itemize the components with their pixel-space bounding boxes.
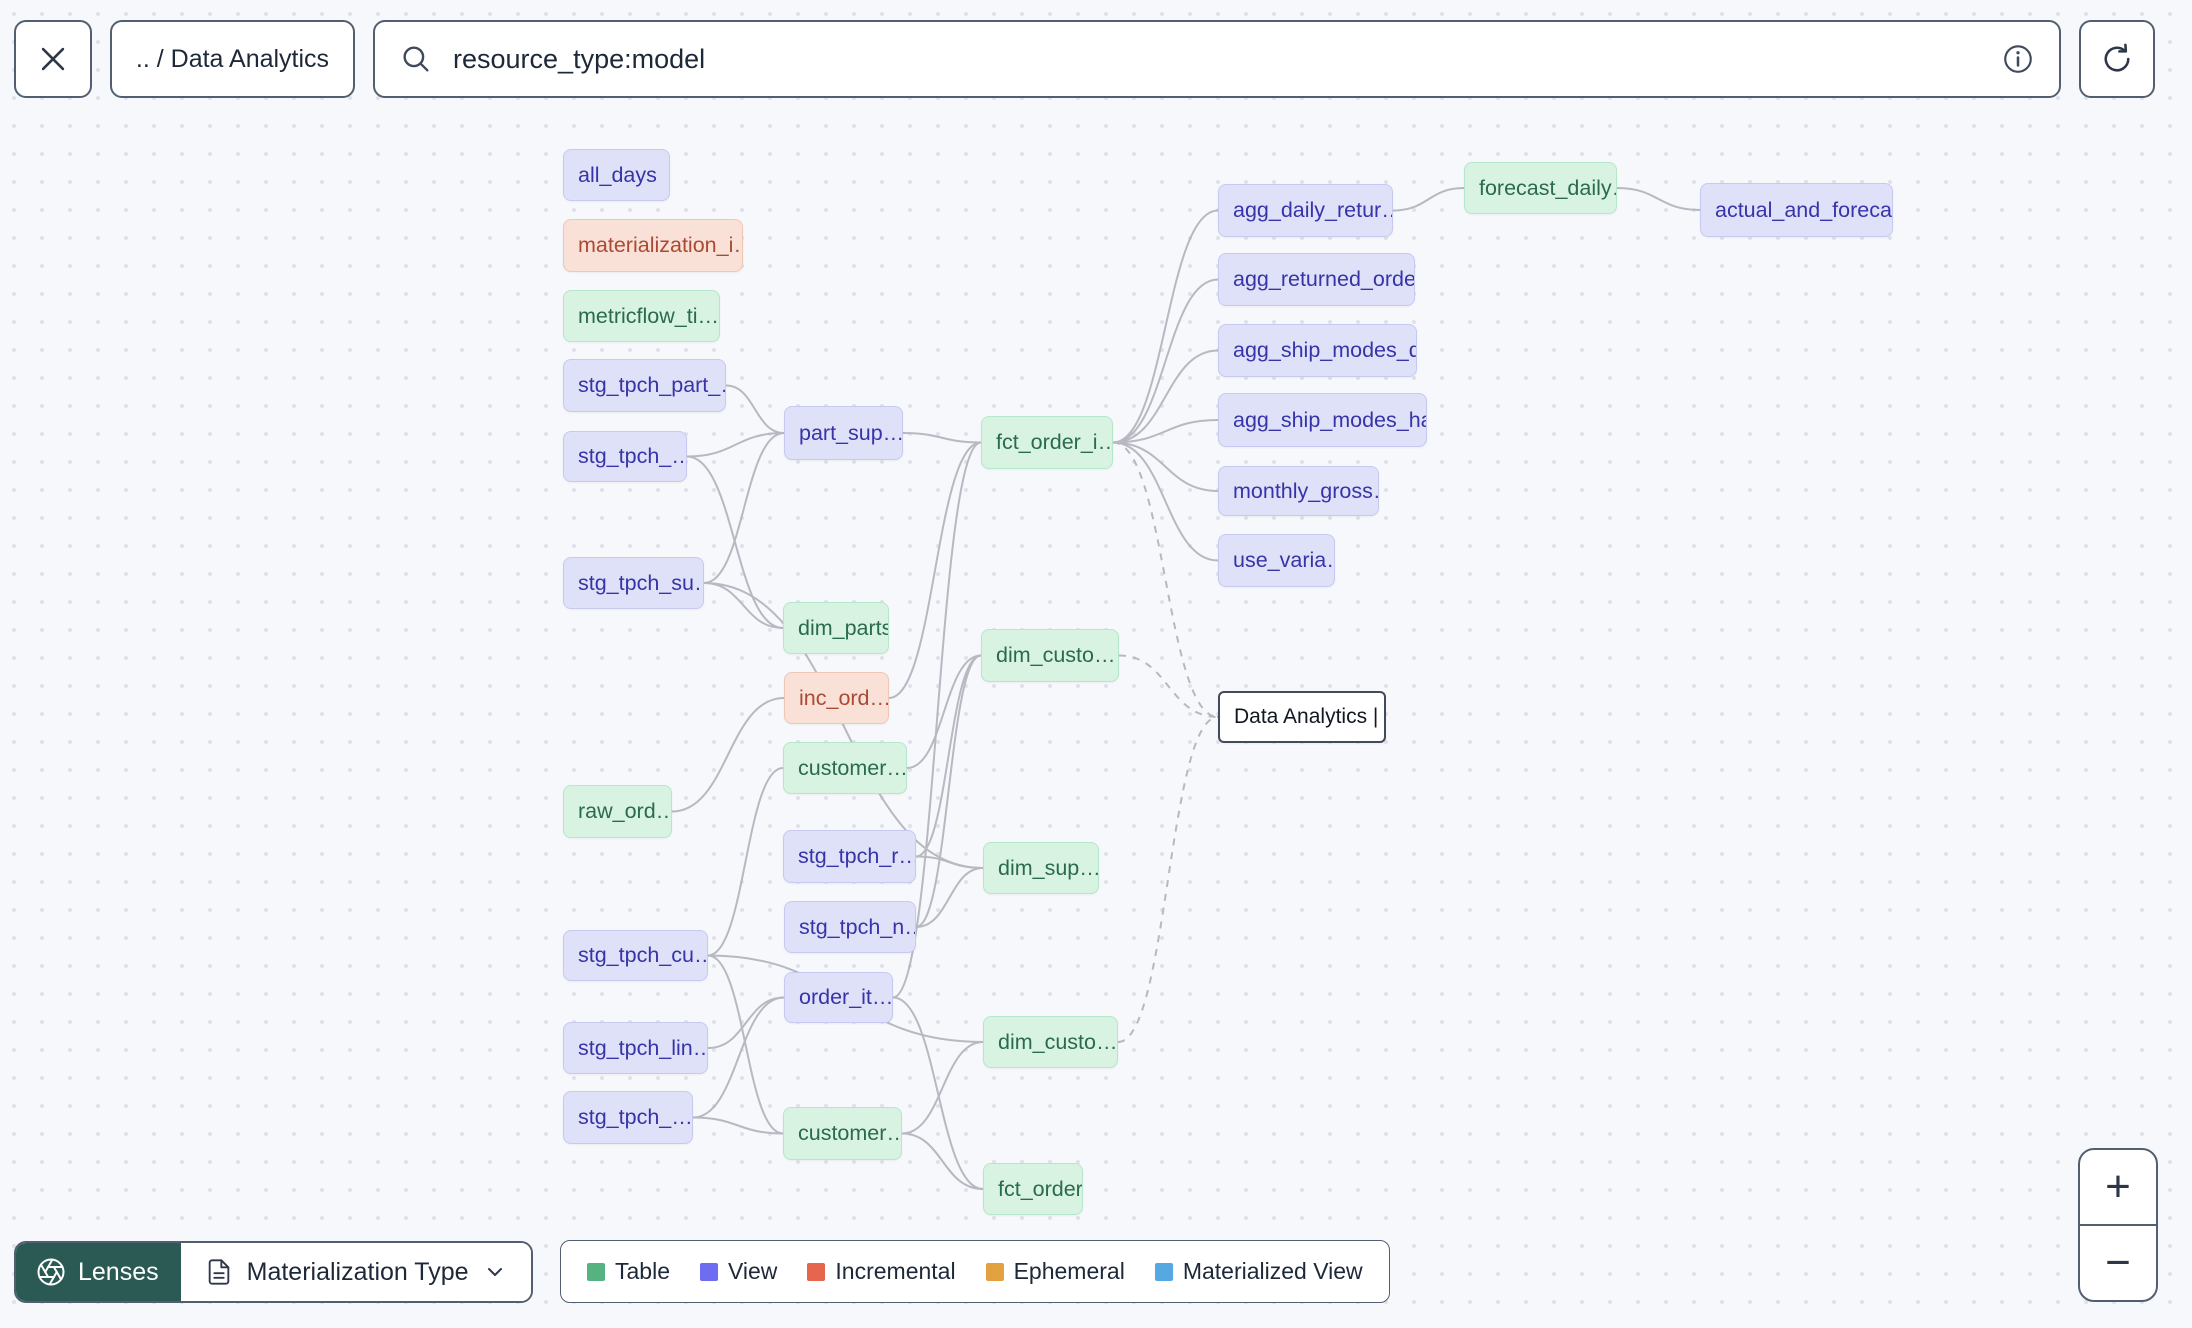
graph-node-stg_lin[interactable]: stg_tpch_lin… bbox=[563, 1022, 708, 1074]
graph-node-monthly[interactable]: monthly_gross… bbox=[1218, 466, 1379, 516]
graph-node-fct_orders[interactable]: fct_orders bbox=[983, 1163, 1083, 1215]
lens-dropdown[interactable]: Materialization Type bbox=[180, 1243, 531, 1301]
breadcrumb[interactable]: .. / Data Analytics bbox=[110, 20, 355, 98]
graph-edge bbox=[888, 441, 982, 699]
graph-node-forecast[interactable]: forecast_daily… bbox=[1464, 162, 1617, 214]
legend-item-ephemeral: Ephemeral bbox=[985, 1258, 1125, 1285]
graph-node-stg_o[interactable]: stg_tpch_… bbox=[563, 1091, 693, 1144]
legend-swatch bbox=[587, 1262, 605, 1281]
graph-edge bbox=[906, 654, 982, 769]
graph-node-order_it[interactable]: order_it… bbox=[784, 972, 893, 1023]
graph-node-stg_r[interactable]: stg_tpch_r… bbox=[783, 830, 916, 883]
graph-node-stg_n[interactable]: stg_tpch_n… bbox=[784, 901, 916, 953]
zoom-out-button[interactable]: − bbox=[2080, 1226, 2156, 1300]
graph-node-dim_sup[interactable]: dim_sup… bbox=[983, 842, 1099, 894]
graph-node-dim_custo2[interactable]: dim_custo… bbox=[983, 1016, 1118, 1068]
graph-edge bbox=[1117, 716, 1219, 1043]
graph-edge bbox=[1112, 209, 1219, 444]
lenses-button-label: Lenses bbox=[78, 1257, 159, 1286]
graph-edge bbox=[707, 954, 784, 1135]
graph-edge bbox=[1112, 349, 1219, 444]
graph-node-agg_ship_d[interactable]: agg_ship_modes_d… bbox=[1218, 324, 1417, 377]
legend-item-materialized-view: Materialized View bbox=[1154, 1258, 1363, 1285]
graph-node-data_analytics[interactable]: Data Analytics | … bbox=[1218, 691, 1386, 743]
legend-item-table: Table bbox=[587, 1258, 670, 1285]
lenses-button[interactable]: Lenses bbox=[16, 1243, 181, 1301]
graph-edge bbox=[671, 697, 785, 813]
document-icon bbox=[205, 1258, 233, 1286]
graph-node-dim_custo1[interactable]: dim_custo… bbox=[981, 629, 1119, 682]
legend-item-view: View bbox=[699, 1258, 778, 1285]
refresh-button[interactable] bbox=[2079, 20, 2155, 98]
search-icon bbox=[399, 42, 433, 76]
legend-swatch bbox=[699, 1262, 718, 1281]
graph-node-agg_daily[interactable]: agg_daily_retur… bbox=[1218, 184, 1393, 237]
graph-edge bbox=[707, 767, 784, 957]
graph-edge bbox=[1392, 187, 1465, 212]
graph-node-stg_su[interactable]: stg_tpch_su… bbox=[563, 557, 704, 609]
aperture-icon bbox=[36, 1257, 66, 1287]
graph-node-stg_a[interactable]: stg_tpch_… bbox=[563, 431, 687, 482]
graph-node-materialization[interactable]: materialization_i… bbox=[563, 219, 743, 272]
legend-swatch bbox=[807, 1262, 826, 1281]
graph-node-agg_returned[interactable]: agg_returned_orde… bbox=[1218, 253, 1415, 306]
graph-edge bbox=[703, 582, 784, 629]
graph-edge bbox=[1118, 654, 1219, 718]
legend-label: View bbox=[727, 1258, 778, 1284]
graph-node-customer2[interactable]: customer… bbox=[783, 1107, 902, 1160]
graph-node-customer1[interactable]: customer… bbox=[783, 742, 907, 794]
graph-node-use_varia[interactable]: use_varia… bbox=[1218, 534, 1335, 587]
graph-node-fct_order_i[interactable]: fct_order_i… bbox=[981, 416, 1113, 469]
graph-edge bbox=[1112, 278, 1219, 444]
close-icon bbox=[36, 42, 70, 76]
graph-node-raw_ord[interactable]: raw_ord… bbox=[563, 785, 672, 838]
legend-label: Ephemeral bbox=[1013, 1258, 1125, 1284]
graph-node-agg_ship_ha[interactable]: agg_ship_modes_ha… bbox=[1218, 393, 1427, 447]
chevron-down-icon bbox=[483, 1260, 507, 1284]
graph-node-all_days[interactable]: all_days bbox=[563, 149, 670, 201]
graph-edge bbox=[1112, 441, 1219, 562]
graph-edge bbox=[703, 432, 785, 584]
graph-edge bbox=[892, 996, 984, 1190]
legend-label: Table bbox=[615, 1258, 670, 1284]
info-icon[interactable] bbox=[2001, 42, 2035, 76]
zoom-in-button[interactable]: + bbox=[2080, 1150, 2156, 1224]
graph-node-dim_parts[interactable]: dim_parts bbox=[783, 602, 889, 654]
search-bar bbox=[373, 20, 2061, 98]
lineage-app: { "toolbar": { "breadcrumb": ".. / Data … bbox=[0, 0, 2192, 1328]
zoom-controls: + − bbox=[2078, 1148, 2158, 1302]
graph-node-stg_part[interactable]: stg_tpch_part_… bbox=[563, 359, 726, 412]
graph-edge bbox=[1112, 441, 1219, 718]
legend-label: Incremental bbox=[835, 1258, 956, 1284]
legend-swatch bbox=[1154, 1262, 1173, 1281]
close-button[interactable] bbox=[14, 20, 92, 98]
graph-edge bbox=[725, 384, 785, 434]
graph-node-stg_cu[interactable]: stg_tpch_cu… bbox=[563, 930, 708, 981]
lens-dropdown-label: Materialization Type bbox=[246, 1257, 469, 1286]
graph-edge bbox=[901, 1132, 984, 1190]
lens-control: Lenses Materialization Type bbox=[14, 1241, 533, 1303]
graph-edge bbox=[1616, 187, 1701, 211]
search-input[interactable] bbox=[451, 42, 1983, 76]
graph-node-inc_ord[interactable]: inc_ord… bbox=[784, 672, 889, 724]
graph-edge bbox=[686, 432, 785, 458]
graph-node-actual[interactable]: actual_and_foreca… bbox=[1700, 183, 1893, 237]
legend-label: Materialized View bbox=[1182, 1258, 1363, 1284]
graph-edge bbox=[1112, 441, 1219, 492]
legend-item-incremental: Incremental bbox=[807, 1258, 956, 1285]
graph-edge bbox=[901, 1041, 984, 1135]
materialization-legend: Table View Incremental Ephemeral Materialize… bbox=[560, 1240, 1390, 1303]
graph-edge bbox=[902, 432, 982, 444]
breadcrumb-label: .. / Data Analytics bbox=[135, 44, 330, 73]
graph-node-metricflow[interactable]: metricflow_ti… bbox=[563, 290, 720, 342]
graph-edge bbox=[915, 855, 984, 869]
graph-node-part_sup[interactable]: part_sup… bbox=[784, 406, 903, 460]
legend-swatch bbox=[985, 1262, 1004, 1281]
refresh-icon bbox=[2099, 41, 2135, 77]
